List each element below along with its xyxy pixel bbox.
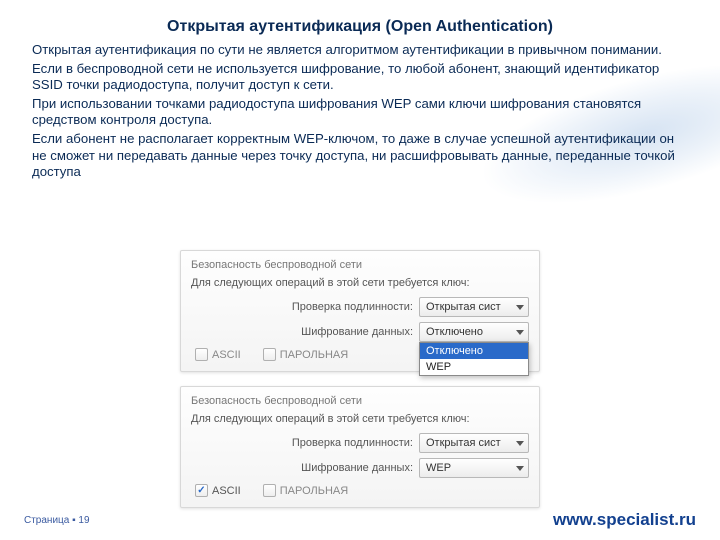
page-number: Страница ▪ 19	[24, 515, 90, 526]
checkbox-icon	[263, 484, 276, 497]
combo-field[interactable]: Открытая сист	[419, 433, 529, 453]
ascii-label: ASCII	[212, 485, 241, 497]
encrypt-combobox[interactable]: WEP	[419, 458, 529, 478]
dropdown-option-disabled[interactable]: Отключено	[420, 343, 528, 359]
auth-label: Проверка подлинности:	[292, 437, 413, 449]
password-label: ПАРОЛЬНАЯ	[280, 485, 348, 497]
combo-value: Открытая сист	[426, 433, 516, 453]
checkbox-icon	[195, 348, 208, 361]
auth-row: Проверка подлинности: Открытая сист	[191, 297, 529, 317]
page-title: Открытая аутентификация (Open Authentica…	[0, 18, 720, 36]
ascii-checkbox[interactable]: ASCII	[195, 348, 241, 361]
encrypt-label: Шифрование данных:	[301, 326, 413, 338]
ascii-label: ASCII	[212, 349, 241, 361]
combo-value: Отключено	[426, 322, 516, 342]
combo-value: WEP	[426, 458, 516, 478]
auth-row: Проверка подлинности: Открытая сист	[191, 433, 529, 453]
checkbox-icon	[263, 348, 276, 361]
paragraph: Если абонент не располагает корректным W…	[32, 131, 690, 179]
footer-url: www.specialist.ru	[553, 510, 696, 530]
combo-field[interactable]: Отключено	[419, 322, 529, 342]
check-row: ASCII ПАРОЛЬНАЯ	[191, 484, 529, 497]
encrypt-row: Шифрование данных: WEP	[191, 458, 529, 478]
chevron-down-icon	[516, 330, 524, 335]
paragraph: Открытая аутентификация по сути не являе…	[32, 42, 690, 58]
dropdown-option-wep[interactable]: WEP	[420, 359, 528, 375]
chevron-down-icon	[516, 466, 524, 471]
encrypt-row: Шифрование данных: Отключено Отключено W…	[191, 322, 529, 342]
panels-container: Безопасность беспроводной сети Для следу…	[0, 250, 720, 508]
auth-combobox[interactable]: Открытая сист	[419, 297, 529, 317]
auth-label: Проверка подлинности:	[292, 301, 413, 313]
body-text: Открытая аутентификация по сути не являе…	[32, 42, 690, 183]
security-panel-2: Безопасность беспроводной сети Для следу…	[180, 386, 540, 508]
password-label: ПАРОЛЬНАЯ	[280, 349, 348, 361]
combo-field[interactable]: WEP	[419, 458, 529, 478]
chevron-down-icon	[516, 305, 524, 310]
combo-field[interactable]: Открытая сист	[419, 297, 529, 317]
ascii-checkbox[interactable]: ASCII	[195, 484, 241, 497]
paragraph: При использовании точками радиодоступа ш…	[32, 96, 690, 128]
password-checkbox[interactable]: ПАРОЛЬНАЯ	[263, 348, 348, 361]
panel-title: Безопасность беспроводной сети	[191, 395, 529, 407]
encrypt-combobox[interactable]: Отключено Отключено WEP	[419, 322, 529, 342]
chevron-down-icon	[516, 441, 524, 446]
encrypt-dropdown: Отключено WEP	[419, 342, 529, 376]
paragraph: Если в беспроводной сети не используется…	[32, 61, 690, 93]
password-checkbox[interactable]: ПАРОЛЬНАЯ	[263, 484, 348, 497]
auth-combobox[interactable]: Открытая сист	[419, 433, 529, 453]
panel-subtitle: Для следующих операций в этой сети требу…	[191, 277, 529, 289]
slide: Открытая аутентификация (Open Authentica…	[0, 0, 720, 540]
security-panel-1: Безопасность беспроводной сети Для следу…	[180, 250, 540, 372]
panel-subtitle: Для следующих операций в этой сети требу…	[191, 413, 529, 425]
checkbox-icon	[195, 484, 208, 497]
combo-value: Открытая сист	[426, 297, 516, 317]
panel-title: Безопасность беспроводной сети	[191, 259, 529, 271]
encrypt-label: Шифрование данных:	[301, 462, 413, 474]
